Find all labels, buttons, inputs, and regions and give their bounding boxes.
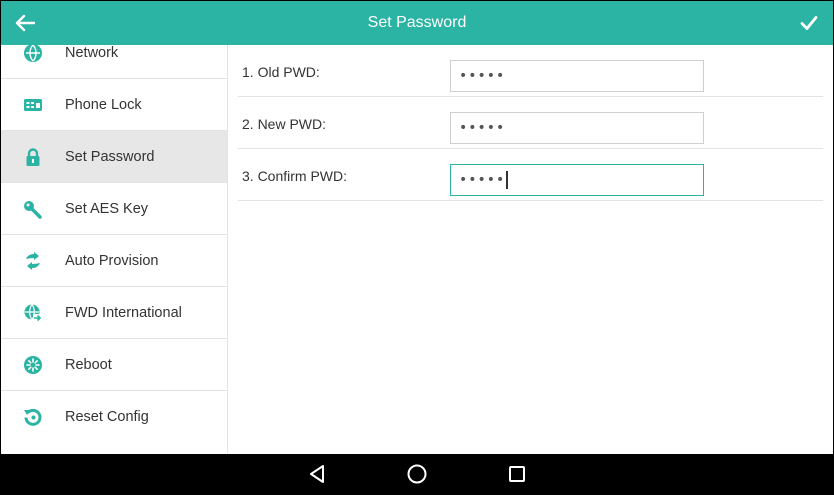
confirm-pwd-value: •••••: [459, 172, 506, 188]
sidebar-item-network[interactable]: Network: [1, 45, 227, 79]
old-pwd-field[interactable]: •••••: [450, 60, 704, 92]
sidebar: Network Phone Lock Set Password Set AES …: [1, 45, 228, 454]
confirm-pwd-label: 3. Confirm PWD:: [242, 168, 348, 184]
sidebar-item-label: FWD International: [65, 304, 182, 321]
sidebar-item-label: Set AES Key: [65, 200, 149, 217]
text-cursor: [506, 171, 509, 189]
sidebar-item-reboot[interactable]: Reboot: [1, 339, 227, 391]
page-title: Set Password: [367, 14, 467, 31]
new-pwd-field[interactable]: •••••: [450, 112, 704, 144]
new-pwd-label: 2. New PWD:: [242, 116, 327, 132]
confirm-pwd-field[interactable]: •••••: [450, 164, 704, 196]
nav-back-button[interactable]: [299, 460, 335, 488]
sidebar-item-label: Reset Config: [65, 409, 149, 425]
nav-home-button[interactable]: [399, 460, 435, 488]
sidebar-item-auto-provision[interactable]: Auto Provision: [1, 235, 227, 287]
reboot-icon: [23, 355, 43, 375]
old-pwd-label: 1. Old PWD:: [242, 64, 320, 80]
old-pwd-row: 1. Old PWD: •••••: [238, 45, 823, 97]
key-icon: [23, 199, 43, 219]
network-icon: [23, 45, 43, 63]
password-form: 1. Old PWD: ••••• 2. New PWD: ••••• 3. C…: [228, 45, 833, 454]
sidebar-item-label: Auto Provision: [65, 252, 159, 269]
sidebar-item-label: Phone Lock: [65, 96, 142, 113]
sidebar-item-set-aes-key[interactable]: Set AES Key: [1, 183, 227, 235]
sidebar-item-set-password[interactable]: Set Password: [1, 131, 227, 183]
title-bar: Set Password: [1, 1, 833, 45]
nav-recents-button[interactable]: [499, 460, 535, 488]
sidebar-item-label: Set Password: [65, 148, 155, 165]
sync-icon: [23, 251, 43, 271]
home-circle-icon: [407, 464, 427, 484]
sidebar-item-label: Network: [65, 45, 119, 61]
new-pwd-row: 2. New PWD: •••••: [238, 97, 823, 149]
confirm-pwd-row: 3. Confirm PWD: •••••: [238, 149, 823, 201]
sidebar-item-fwd-international[interactable]: FWD International: [1, 287, 227, 339]
sidebar-item-phone-lock[interactable]: Phone Lock: [1, 79, 227, 131]
recents-square-icon: [509, 466, 525, 482]
lock-icon: [23, 147, 43, 167]
checkmark-icon: [800, 16, 818, 30]
back-triangle-icon: [310, 465, 324, 483]
sidebar-item-reset-config[interactable]: Reset Config: [1, 391, 227, 443]
globe-forward-icon: [23, 303, 43, 323]
sidebar-item-label: Reboot: [65, 356, 112, 373]
phone-lock-icon: [23, 95, 43, 115]
settings-screen: Set Password Network Phone Lock Set Pass…: [0, 0, 834, 495]
system-nav-bar: [1, 454, 833, 494]
reset-icon: [23, 407, 43, 427]
confirm-button[interactable]: [791, 7, 827, 39]
